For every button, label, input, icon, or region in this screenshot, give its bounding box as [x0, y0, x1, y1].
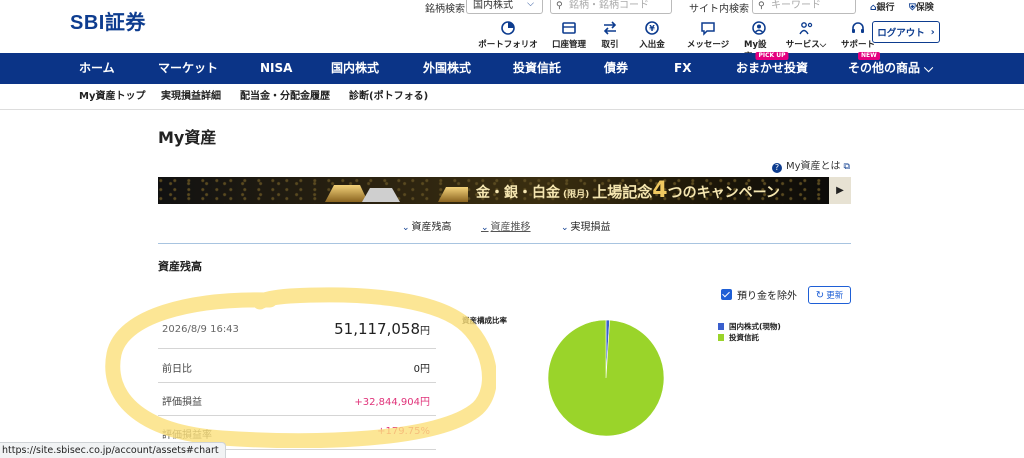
subnav-my-assets-top[interactable]: My資産トップ: [79, 84, 145, 110]
chevron-down-icon: ⌄: [481, 223, 489, 233]
external-link-icon: ⧉: [843, 162, 850, 172]
asset-allocation-pie: [547, 319, 665, 437]
account-icon: [562, 22, 576, 34]
refresh-button[interactable]: ↻ 更新: [808, 286, 851, 304]
service-icon: [799, 22, 813, 35]
deposit-icon: ¥: [645, 21, 659, 35]
nav-nisa[interactable]: NISA: [260, 53, 292, 84]
message-icon: [701, 22, 715, 36]
exclude-deposit-label: 預り金を除外: [737, 291, 797, 302]
banner-text: 金・銀・白金 (限月) 上場記念4つのキャンペーン: [476, 178, 780, 203]
nav-bond[interactable]: 債券: [604, 53, 628, 84]
legend-label: 国内株式(現物): [729, 321, 781, 331]
search-icon: ⚲: [556, 1, 563, 11]
page-title: My資産: [158, 128, 217, 147]
section-title: 資産残高: [158, 260, 202, 273]
day-change-row: 前日比 0円: [158, 349, 436, 383]
legend-item-0: 国内株式(現物): [718, 321, 781, 331]
legend-swatch: [718, 333, 724, 341]
deposit-label: 入出金: [639, 40, 665, 50]
banner-next-button[interactable]: ▶: [829, 177, 851, 204]
site-search-label: サイト内検索: [689, 4, 749, 15]
nav-home[interactable]: ホーム: [79, 53, 115, 84]
trade-icon: [603, 21, 617, 35]
day-change-label: 前日比: [162, 364, 192, 375]
anchor-realized-pl[interactable]: ⌄ 実現損益: [561, 218, 611, 233]
unrealized-pl-rate-label: 評価損益率: [162, 430, 212, 441]
trade-label: 取引: [601, 40, 619, 50]
unrealized-pl-rate-value: +179.75%: [377, 426, 430, 437]
chart-caption: 資産構成比率: [462, 316, 507, 325]
sbi-logo[interactable]: SBI証券: [70, 6, 146, 35]
question-icon: ?: [772, 163, 782, 173]
portfolio-icon: [501, 21, 515, 35]
nav-domestic-stock[interactable]: 国内株式: [331, 53, 379, 84]
legend-label: 投資信託: [729, 332, 759, 342]
day-change-value: 0円: [413, 364, 430, 375]
support-icon: [852, 22, 864, 33]
service-label: サービス⌵: [785, 40, 827, 50]
anchor-asset-balance[interactable]: ⌄ 資産残高: [402, 218, 452, 233]
nav-robo-advisor[interactable]: PICK UP おまかせ投資: [736, 52, 808, 84]
new-badge: NEW: [858, 52, 880, 60]
campaign-banner[interactable]: 金・銀・白金 (限月) 上場記念4つのキャンペーン ▶: [158, 177, 851, 204]
message-label: メッセージ: [686, 40, 730, 50]
nav-foreign-stock[interactable]: 外国株式: [423, 53, 471, 84]
nav-market[interactable]: マーケット: [158, 53, 218, 84]
browser-status-bar: https://site.sbisec.co.jp/account/assets…: [0, 442, 226, 458]
market-select-value: 国内株式: [473, 0, 513, 11]
search-icon: ⚲: [758, 1, 765, 11]
svg-text:¥: ¥: [649, 24, 655, 33]
stock-search-label: 銘柄検索: [425, 4, 465, 15]
legend-item-1: 投資信託: [718, 332, 781, 342]
settings-icon: [752, 21, 766, 35]
total-assets-row: 2026/8/9 16:43 51,117,058円: [158, 312, 436, 349]
chevron-right-icon: ›: [930, 26, 935, 38]
subnav-dividend-history[interactable]: 配当金・分配金履歴: [240, 84, 330, 110]
sub-navigation: My資産トップ 実現損益詳細 配当金・分配金履歴 診断(ポトフォる): [0, 84, 1024, 110]
main-navigation: ホーム マーケット NISA 国内株式 外国株式 投資信託 債券 FX PICK…: [0, 52, 1024, 84]
subnav-diagnosis[interactable]: 診断(ポトフォる): [349, 84, 428, 110]
chevron-down-icon: ⌄: [561, 223, 569, 233]
insurance-icon: ⛨: [909, 3, 916, 13]
refresh-icon: ↻: [815, 289, 825, 301]
unrealized-pl-label: 評価損益: [162, 397, 202, 408]
stock-search-placeholder: 銘柄・銘柄コード: [569, 0, 649, 11]
bank-link[interactable]: ⌂銀行: [870, 0, 894, 13]
chevron-down-icon: ⌄: [402, 223, 410, 233]
site-search-placeholder: キーワード: [771, 0, 821, 11]
portfolio-label: ポートフォリオ: [478, 40, 538, 50]
pie-slice-1[interactable]: [547, 319, 665, 437]
nav-other-products[interactable]: NEW その他の商品 ⌵: [848, 52, 934, 84]
gold-bars-image: [325, 185, 468, 202]
checkbox-checked-icon: [721, 289, 732, 300]
insurance-link[interactable]: ⛨保険: [909, 0, 934, 13]
market-select[interactable]: 国内株式 ⌵: [466, 0, 543, 14]
play-right-icon: ▶: [836, 185, 844, 196]
logout-button[interactable]: ログアウト ›: [872, 21, 940, 43]
site-search-input[interactable]: ⚲ キーワード: [752, 0, 856, 14]
chevron-down-icon: ⌵: [527, 0, 534, 9]
nav-fx[interactable]: FX: [674, 53, 691, 84]
support-label: サポート: [840, 40, 875, 50]
anchor-asset-trend[interactable]: ⌄ 資産推移: [481, 218, 531, 233]
exclude-deposit-checkbox[interactable]: 預り金を除外: [721, 287, 797, 302]
total-assets-value: 51,117,058円: [334, 320, 430, 338]
pickup-badge: PICK UP: [755, 52, 789, 60]
legend-swatch: [718, 322, 724, 330]
unrealized-pl-row: 評価損益 +32,844,904円: [158, 383, 436, 416]
section-divider: [158, 243, 851, 244]
account-label: 口座管理: [551, 40, 586, 50]
nav-investment-trust[interactable]: 投資信託: [513, 53, 561, 84]
pie-legend: 国内株式(現物) 投資信託: [718, 321, 781, 343]
chevron-down-icon: ⌵: [924, 61, 934, 75]
subnav-realized-pl[interactable]: 実現損益詳細: [161, 84, 221, 110]
chevron-down-icon: ⌵: [819, 40, 827, 50]
unrealized-pl-value: +32,844,904円: [354, 397, 430, 408]
stock-search-input[interactable]: ⚲ 銘柄・銘柄コード: [550, 0, 672, 14]
help-link[interactable]: ? My資産とは ⧉: [772, 157, 850, 173]
timestamp: 2026/8/9 16:43: [162, 324, 239, 335]
